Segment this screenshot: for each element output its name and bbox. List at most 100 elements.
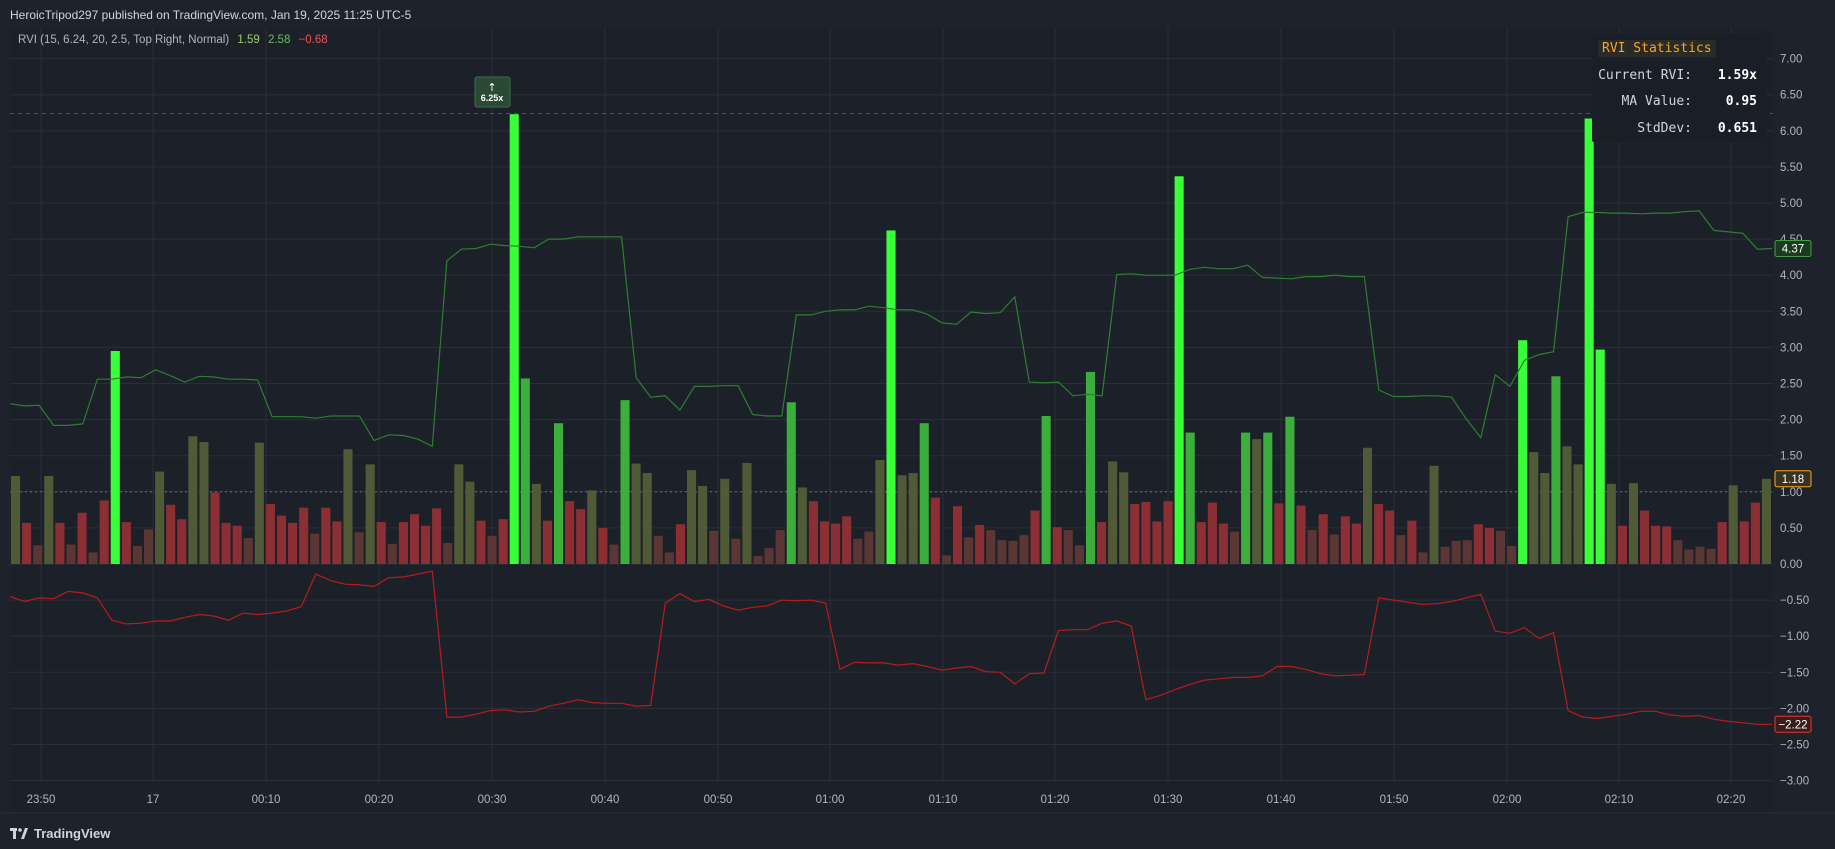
- x-tick-label: 17: [147, 794, 160, 806]
- rvi-bar: [941, 555, 951, 564]
- rvi-bar: [1407, 520, 1417, 564]
- rvi-bar: [1562, 446, 1572, 564]
- x-tick-label: 23:50: [27, 794, 56, 806]
- rvi-bar: [1329, 534, 1339, 564]
- y-tick-label: 5.00: [1780, 198, 1802, 210]
- rvi-bar: [465, 481, 475, 564]
- rvi-bar: [22, 522, 32, 564]
- y-tick-label: 5.50: [1780, 162, 1802, 174]
- rvi-bar: [664, 552, 674, 564]
- rvi-bar: [1263, 432, 1273, 564]
- rvi-bar: [542, 520, 553, 564]
- rvi-bar: [653, 535, 663, 564]
- rvi-bar: [842, 516, 852, 564]
- rvi-bar: [343, 449, 353, 564]
- rvi-chart[interactable]: 7.006.506.005.505.004.504.003.503.002.50…: [0, 0, 1835, 818]
- rvi-bar: [997, 540, 1007, 564]
- x-tick-label: 02:10: [1605, 794, 1634, 806]
- y-tick-label: 3.00: [1780, 342, 1802, 354]
- rvi-bar: [709, 530, 719, 564]
- y-tick-label: 3.50: [1780, 306, 1802, 318]
- rvi-bar: [88, 552, 98, 564]
- rvi-bar: [808, 501, 818, 564]
- rvi-bar: [609, 544, 619, 564]
- x-tick-label: 01:00: [816, 794, 845, 806]
- rvi-bar: [1584, 118, 1594, 564]
- rvi-bar: [1551, 376, 1561, 564]
- rvi-bar: [1673, 540, 1683, 564]
- rvi-bar: [454, 464, 464, 564]
- rvi-bar: [509, 114, 519, 564]
- rvi-bar: [1041, 415, 1051, 564]
- rvi-bar: [265, 504, 275, 564]
- rvi-bar: [1750, 502, 1760, 564]
- rvi-bar: [409, 514, 420, 564]
- rvi-bar: [675, 524, 685, 564]
- rvi-bar: [332, 521, 342, 564]
- rvi-bar: [288, 522, 298, 564]
- rvi-bar: [1296, 505, 1306, 564]
- current-price-label: 1.18: [1782, 474, 1804, 486]
- y-tick-label: −2.00: [1780, 703, 1809, 715]
- rvi-bar: [1396, 535, 1406, 564]
- indicator-legend[interactable]: RVI (15, 6.24, 20, 2.5, Top Right, Norma…: [18, 34, 328, 46]
- x-tick-label: 01:40: [1267, 794, 1296, 806]
- rvi-bar: [387, 543, 397, 564]
- rvi-bar: [254, 442, 264, 564]
- footer-brand: TradingView: [34, 826, 111, 841]
- rvi-bar: [1307, 530, 1317, 564]
- rvi-bar: [177, 519, 187, 564]
- y-tick-label: −3.00: [1780, 776, 1809, 788]
- rvi-bar: [520, 378, 530, 564]
- rvi-bar: [1174, 176, 1184, 564]
- spike-annotation-text: 6.25x: [481, 93, 504, 103]
- y-tick-label: 2.50: [1780, 379, 1802, 391]
- x-tick-label: 01:50: [1380, 794, 1409, 806]
- rvi-bar: [443, 543, 453, 564]
- rvi-bar: [421, 525, 431, 564]
- x-tick-label: 00:40: [591, 794, 620, 806]
- rvi-bar: [110, 351, 120, 564]
- rvi-bar: [1351, 523, 1361, 564]
- rvi-bar: [44, 475, 54, 564]
- upper-price-label: 4.37: [1782, 243, 1804, 255]
- x-tick-label: 00:10: [252, 794, 281, 806]
- rvi-bar: [1518, 340, 1528, 564]
- rvi-bar: [631, 463, 641, 564]
- y-tick-label: 2.00: [1780, 415, 1802, 427]
- x-tick-label: 01:20: [1041, 794, 1070, 806]
- rvi-bar: [1440, 546, 1450, 564]
- rvi-bar: [1008, 540, 1018, 564]
- lower-price-label: −2.22: [1778, 719, 1807, 731]
- rvi-bar: [1617, 525, 1627, 564]
- y-tick-label: 0.00: [1780, 559, 1802, 571]
- rvi-bar: [1462, 540, 1472, 564]
- rvi-bar: [753, 556, 763, 564]
- legend-value-2: 2.58: [267, 34, 291, 46]
- rvi-bar: [1595, 349, 1605, 564]
- x-tick-label: 00:20: [365, 794, 394, 806]
- rvi-bar: [143, 529, 154, 564]
- rvi-bar: [1207, 502, 1217, 564]
- rvi-bar: [498, 519, 508, 564]
- rvi-bar: [853, 538, 863, 564]
- rvi-bar: [398, 522, 408, 564]
- rvi-bar: [1130, 504, 1140, 564]
- rvi-bar: [1606, 483, 1616, 564]
- rvi-bar: [221, 522, 231, 564]
- rvi-bar: [1196, 522, 1206, 564]
- rvi-bar: [1717, 522, 1727, 564]
- x-tick-label: 00:30: [478, 794, 507, 806]
- tradingview-logo[interactable]: TradingView: [10, 826, 110, 841]
- rvi-bar: [188, 436, 198, 564]
- rvi-bar: [587, 490, 597, 564]
- rvi-bar: [155, 471, 165, 564]
- rvi-bar: [642, 473, 652, 564]
- rvi-bar: [1695, 546, 1705, 564]
- x-tick-label: 01:30: [1154, 794, 1183, 806]
- x-tick-label: 02:20: [1717, 794, 1746, 806]
- x-tick-label: 00:50: [704, 794, 733, 806]
- rvi-bar: [1628, 483, 1639, 564]
- tradingview-icon: [10, 827, 28, 839]
- rvi-bar: [1651, 525, 1661, 564]
